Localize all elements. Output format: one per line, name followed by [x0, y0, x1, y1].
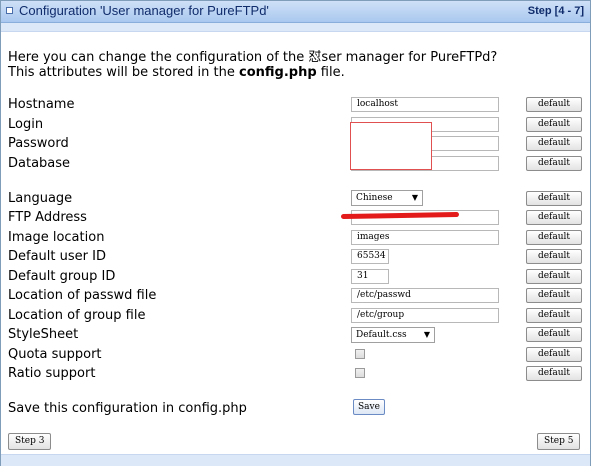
image-location-default-button[interactable]: default	[526, 230, 582, 245]
language-select[interactable]: Chinese ▼	[351, 190, 423, 206]
password-default-button[interactable]: default	[526, 136, 582, 151]
ratio-support-checkbox[interactable]	[355, 368, 365, 378]
stylesheet-default-button[interactable]: default	[526, 327, 582, 342]
default-group-id-default-button[interactable]: default	[526, 269, 582, 284]
panel-title-bar: Configuration 'User manager for PureFTPd…	[1, 1, 590, 23]
login-default-button[interactable]: default	[526, 117, 582, 132]
quota-support-checkbox[interactable]	[355, 349, 365, 359]
ftp-address-default-button[interactable]: default	[526, 210, 582, 225]
language-select-value: Chinese	[356, 193, 393, 203]
database-default-button[interactable]: default	[526, 156, 582, 171]
ftp-address-label: FTP Address	[8, 210, 87, 225]
group-file-label: Location of group file	[8, 308, 146, 323]
stylesheet-label: StyleSheet	[8, 327, 79, 342]
hostname-label: Hostname	[8, 97, 75, 112]
default-user-id-default-button[interactable]: default	[526, 249, 582, 264]
intro-line2-start: This attributes will be stored in the	[8, 65, 240, 80]
quota-support-label: Quota support	[8, 347, 102, 362]
quota-support-default-button[interactable]: default	[526, 347, 582, 362]
step-indicator: Step [4 - 7]	[527, 5, 584, 17]
stylesheet-select[interactable]: Default.css ▼	[351, 327, 435, 343]
panel-bottom-bar	[1, 454, 590, 466]
image-location-input[interactable]: images	[351, 230, 499, 245]
save-config-label: Save this configuration in config.php	[8, 401, 247, 416]
passwd-file-label: Location of passwd file	[8, 288, 157, 303]
intro-text: Here you can change the configuration of…	[8, 50, 497, 80]
language-label: Language	[8, 191, 73, 206]
password-label: Password	[8, 136, 69, 151]
default-group-id-label: Default group ID	[8, 269, 116, 284]
language-default-button[interactable]: default	[526, 191, 582, 206]
config-panel: Configuration 'User manager for PureFTPd…	[0, 0, 591, 466]
ratio-support-default-button[interactable]: default	[526, 366, 582, 381]
panel-title: Configuration 'User manager for PureFTPd…	[19, 3, 269, 18]
redaction-box	[350, 122, 432, 170]
image-location-label: Image location	[8, 230, 105, 245]
next-step-button[interactable]: Step 5	[537, 433, 581, 450]
ratio-support-label: Ratio support	[8, 366, 96, 381]
stylesheet-select-value: Default.css	[356, 330, 407, 340]
intro-line2-end: file.	[316, 65, 345, 80]
default-group-id-input[interactable]: 31	[351, 269, 389, 284]
default-user-id-input[interactable]: 65534	[351, 249, 389, 264]
prev-step-button[interactable]: Step 3	[8, 433, 52, 450]
panel-window-icon	[6, 7, 13, 14]
passwd-file-input[interactable]: /etc/passwd	[351, 288, 499, 303]
intro-glyph: 怼	[308, 50, 322, 65]
chevron-down-icon: ▼	[423, 330, 430, 339]
hostname-default-button[interactable]: default	[526, 97, 582, 112]
save-button[interactable]: Save	[353, 399, 385, 415]
intro-line1-end: ser manager for PureFTPd?	[321, 50, 498, 65]
intro-line1-start: Here you can change the configuration of…	[8, 50, 309, 65]
hostname-input[interactable]: localhost	[351, 97, 499, 112]
passwd-file-default-button[interactable]: default	[526, 288, 582, 303]
intro-config-file: config.php	[239, 65, 317, 80]
login-label: Login	[8, 117, 44, 132]
chevron-down-icon: ▼	[411, 193, 418, 202]
group-file-default-button[interactable]: default	[526, 308, 582, 323]
database-label: Database	[8, 156, 71, 171]
group-file-input[interactable]: /etc/group	[351, 308, 499, 323]
title-sub-bar	[1, 23, 590, 32]
default-user-id-label: Default user ID	[8, 249, 106, 264]
